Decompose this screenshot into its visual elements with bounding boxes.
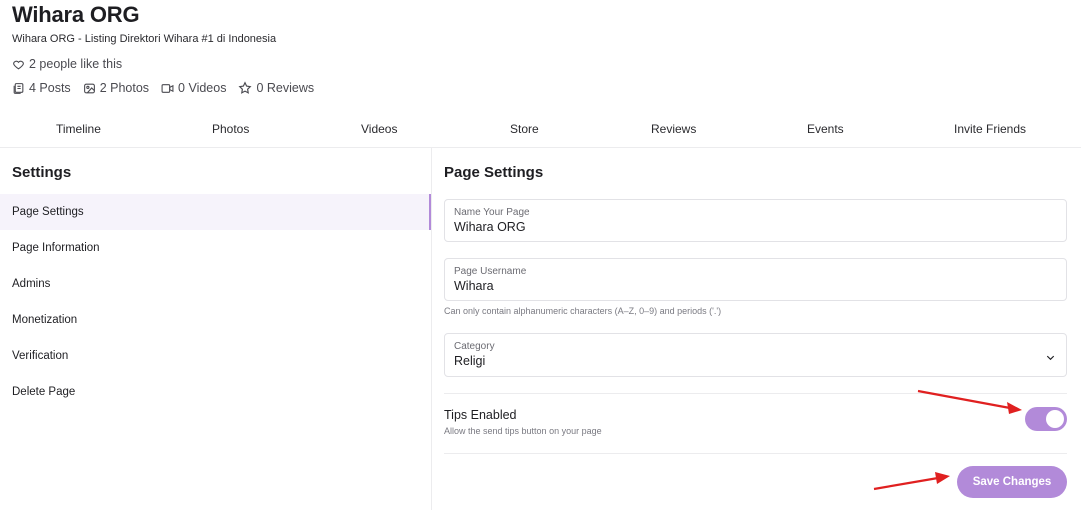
photos-icon <box>83 82 96 95</box>
category-select[interactable]: Category Religi <box>444 333 1067 377</box>
page-tabs: Timeline Photos Videos Store Reviews Eve… <box>0 112 1081 148</box>
star-icon <box>238 81 252 95</box>
toggle-knob <box>1046 410 1064 428</box>
settings-sidebar: Settings Page Settings Page Information … <box>0 148 432 510</box>
tips-enabled-toggle[interactable] <box>1025 407 1067 431</box>
page-username-input[interactable]: Wihara <box>454 279 494 293</box>
videos-icon <box>161 82 174 95</box>
page-stats: 4 Posts 2 Photos 0 Videos 0 Reviews <box>12 81 314 95</box>
tab-store[interactable]: Store <box>510 122 539 136</box>
stat-reviews[interactable]: 0 Reviews <box>238 81 314 95</box>
tab-timeline[interactable]: Timeline <box>56 122 101 136</box>
page-subtitle: Wihara ORG - Listing Direktori Wihara #1… <box>12 33 277 45</box>
username-helper-text: Can only contain alphanumeric characters… <box>444 306 722 316</box>
settings-menu: Page Settings Page Information Admins Mo… <box>0 194 431 410</box>
stat-videos-label: 0 Videos <box>178 81 227 95</box>
page-username-label: Page Username <box>454 266 527 277</box>
stat-videos[interactable]: 0 Videos <box>161 81 226 95</box>
chevron-down-icon <box>1045 350 1056 368</box>
menu-item-delete-page[interactable]: Delete Page <box>0 374 431 410</box>
likes-label: 2 people like this <box>29 57 123 71</box>
tips-enabled-description: Allow the send tips button on your page <box>444 426 602 436</box>
menu-item-page-settings[interactable]: Page Settings <box>0 194 431 230</box>
stat-posts[interactable]: 4 Posts <box>12 81 71 95</box>
posts-icon <box>12 82 25 95</box>
tab-photos[interactable]: Photos <box>212 122 249 136</box>
menu-item-page-information[interactable]: Page Information <box>0 230 431 266</box>
page-settings-title: Page Settings <box>444 164 544 181</box>
stat-reviews-label: 0 Reviews <box>256 81 315 95</box>
settings-title: Settings <box>12 164 72 181</box>
page-settings-panel: Page Settings Name Your Page Wihara ORG … <box>432 148 1081 510</box>
stat-posts-label: 4 Posts <box>29 81 71 95</box>
tab-events[interactable]: Events <box>807 122 844 136</box>
divider <box>444 393 1067 394</box>
tips-enabled-title: Tips Enabled <box>444 408 517 422</box>
menu-item-admins[interactable]: Admins <box>0 266 431 302</box>
page-title: Wihara ORG <box>12 2 140 27</box>
tab-invite-friends[interactable]: Invite Friends <box>954 122 1026 136</box>
page-name-field[interactable]: Name Your Page Wihara ORG <box>444 199 1067 242</box>
stat-photos[interactable]: 2 Photos <box>83 81 149 95</box>
page-username-field[interactable]: Page Username Wihara <box>444 258 1067 301</box>
stat-photos-label: 2 Photos <box>99 81 150 95</box>
menu-item-monetization[interactable]: Monetization <box>0 302 431 338</box>
tab-videos[interactable]: Videos <box>361 122 397 136</box>
save-changes-button[interactable]: Save Changes <box>957 466 1067 498</box>
menu-item-verification[interactable]: Verification <box>0 338 431 374</box>
divider <box>444 453 1067 454</box>
category-value: Religi <box>454 354 486 368</box>
likes-count[interactable]: 2 people like this <box>12 57 122 71</box>
page-name-label: Name Your Page <box>454 207 530 218</box>
tab-reviews[interactable]: Reviews <box>651 122 696 136</box>
category-label: Category <box>454 341 495 352</box>
page-name-input[interactable]: Wihara ORG <box>454 220 526 234</box>
heart-icon <box>12 58 25 71</box>
